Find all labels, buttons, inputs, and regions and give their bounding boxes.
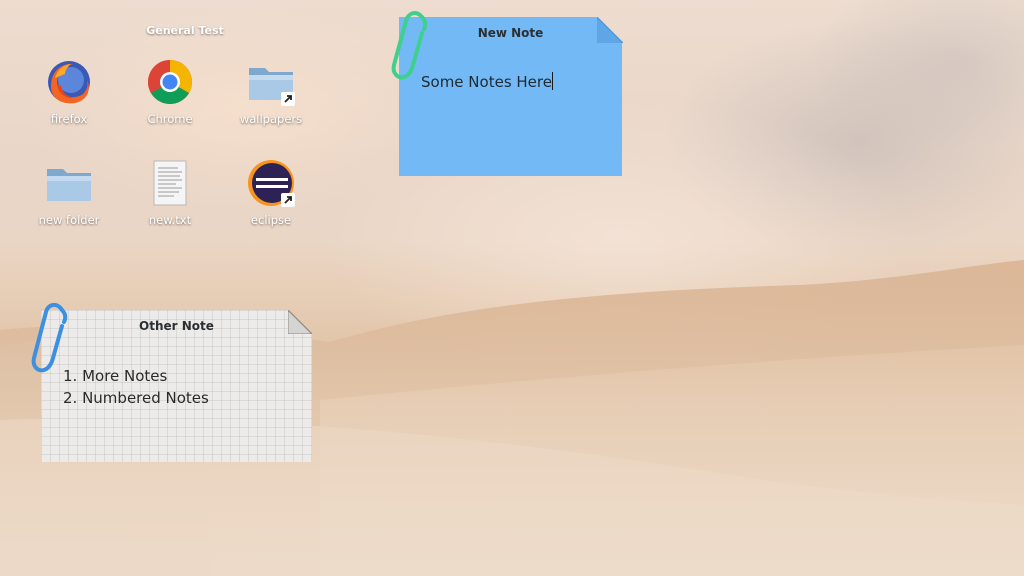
firefox-icon [45,58,93,106]
folder-icon [45,159,93,207]
page-fold-icon [288,310,312,334]
desktop[interactable]: General Test firefox Chrome wallpapers n… [0,0,1024,576]
list-item: 2. Numbered Notes [63,389,209,407]
note-title[interactable]: Other Note [41,319,312,333]
chrome-icon [146,58,194,106]
icon-label: firefox [50,112,88,126]
desktop-icon-eclipse[interactable]: eclipse [223,159,319,249]
note-list[interactable]: 1. More Notes 2. Numbered Notes [63,365,209,409]
text-cursor [551,72,553,90]
icon-label: new folder [38,213,100,227]
icon-label: Chrome [147,112,193,126]
icon-label: wallpapers [239,112,303,126]
desktop-icon-wallpapers[interactable]: wallpapers [223,58,319,148]
desktop-icon-firefox[interactable]: firefox [21,58,117,148]
icon-label: new.txt [148,213,192,227]
desktop-group-title: General Test [146,24,224,37]
list-item: 1. More Notes [63,367,168,385]
text-file-icon [146,159,194,207]
eclipse-icon [247,159,295,207]
paperclip-icon [31,303,68,373]
note-text-area[interactable]: Some Notes Here [421,72,553,91]
desktop-icon-chrome[interactable]: Chrome [122,58,218,148]
desktop-icon-new-txt[interactable]: new.txt [122,159,218,249]
note-text: Some Notes Here [421,73,552,91]
sticky-note-other-note[interactable]: Other Note 1. More Notes 2. Numbered Not… [41,310,312,462]
paperclip-icon [391,11,428,80]
icon-label: eclipse [250,213,292,227]
desktop-icon-new-folder[interactable]: new folder [21,159,117,249]
page-fold-icon [597,17,623,43]
folder-link-icon [247,58,295,106]
